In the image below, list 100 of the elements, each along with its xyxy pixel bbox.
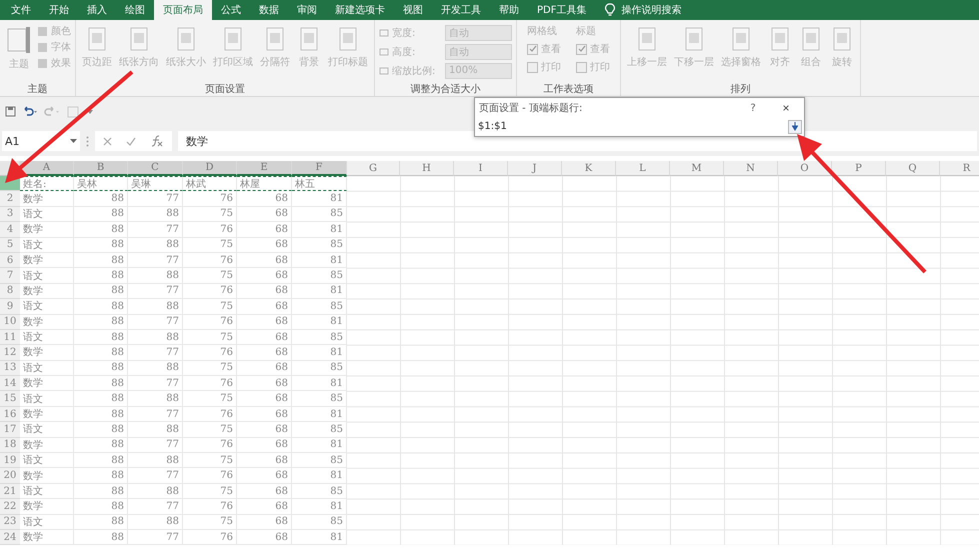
- row-header[interactable]: 3: [0, 206, 20, 222]
- swatch-icon: [37, 42, 48, 52]
- ribbon-tab[interactable]: 审阅: [288, 0, 326, 20]
- table-cell: 88: [74, 453, 128, 468]
- table-cell: 77: [128, 468, 183, 484]
- undo-icon[interactable]: [22, 106, 38, 117]
- customize-caret-icon[interactable]: [86, 108, 94, 114]
- row-header[interactable]: 20: [0, 468, 20, 484]
- column-header[interactable]: B: [74, 161, 128, 176]
- row-header[interactable]: 15: [0, 391, 20, 407]
- table-cell: 68: [237, 299, 292, 315]
- row-header[interactable]: 6: [0, 252, 20, 268]
- table-cell: 88: [128, 422, 183, 438]
- column-header[interactable]: I: [454, 161, 508, 176]
- column-header[interactable]: N: [724, 161, 778, 176]
- table-cell: 88: [128, 484, 183, 500]
- table-cell: 85: [292, 360, 347, 376]
- field-label: 宽度:: [392, 26, 416, 40]
- ribbon-tab[interactable]: 帮助: [490, 0, 528, 20]
- print-preview-icon[interactable]: [66, 106, 80, 118]
- ribbon-tab[interactable]: 数据: [250, 0, 288, 20]
- column-header[interactable]: L: [616, 161, 670, 176]
- table-cell: 68: [237, 345, 292, 361]
- table-cell: 语文: [20, 360, 74, 376]
- row-header[interactable]: 4: [0, 222, 20, 238]
- row-header[interactable]: 11: [0, 330, 20, 346]
- checkbox-label: 打印: [590, 60, 610, 74]
- close-button[interactable]: ×: [768, 101, 804, 115]
- table-cell: 68: [237, 468, 292, 484]
- table-cell: 语文: [20, 391, 74, 407]
- row-header[interactable]: 22: [0, 499, 20, 515]
- table-cell: 76: [183, 345, 237, 361]
- column-header[interactable]: Q: [886, 161, 940, 176]
- row-header[interactable]: 17: [0, 422, 20, 438]
- column-header[interactable]: F: [292, 161, 347, 176]
- row-header[interactable]: 13: [0, 360, 20, 376]
- row-header[interactable]: 2: [0, 191, 20, 207]
- ribbon-tab[interactable]: 开发工具: [432, 0, 490, 20]
- column-header[interactable]: R: [940, 161, 979, 176]
- ribbon-tab[interactable]: 文件: [2, 0, 40, 20]
- row-header[interactable]: 5: [0, 238, 20, 253]
- row-header[interactable]: 9: [0, 299, 20, 315]
- help-button[interactable]: ?: [738, 102, 768, 114]
- column-header[interactable]: H: [400, 161, 454, 176]
- ribbon-tab[interactable]: 页面布局: [154, 0, 212, 20]
- row-header[interactable]: 10: [0, 314, 20, 330]
- column-header[interactable]: C: [128, 161, 183, 176]
- table-cell: 75: [183, 391, 237, 407]
- table-cell: 数学: [20, 438, 74, 454]
- field-label: 缩放比例:: [392, 64, 436, 78]
- ribbon-tab[interactable]: 绘图: [116, 0, 154, 20]
- table-cell: 75: [183, 299, 237, 315]
- table-cell: 数学: [20, 222, 74, 238]
- ribbon-tab[interactable]: 公式: [212, 0, 250, 20]
- row-header[interactable]: 21: [0, 484, 20, 500]
- table-cell: 数学: [20, 314, 74, 330]
- column-header[interactable]: P: [832, 161, 886, 176]
- column-header[interactable]: A: [20, 161, 74, 176]
- table-cell: 88: [74, 206, 128, 222]
- table-cell: 81: [292, 284, 347, 300]
- row-header[interactable]: 7: [0, 268, 20, 284]
- row-header[interactable]: 19: [0, 453, 20, 468]
- row-header[interactable]: 18: [0, 438, 20, 454]
- row-header[interactable]: 23: [0, 514, 20, 530]
- name-box[interactable]: A1: [2, 131, 80, 151]
- row-header[interactable]: 8: [0, 284, 20, 300]
- column-header[interactable]: K: [562, 161, 616, 176]
- group-label: 页面设置: [204, 82, 246, 96]
- cancel-icon[interactable]: [103, 136, 112, 146]
- ribbon-tab[interactable]: 新建选项卡: [326, 0, 394, 20]
- row-header[interactable]: 24: [0, 530, 20, 546]
- enter-icon[interactable]: [126, 136, 136, 146]
- table-cell: 81: [292, 376, 347, 392]
- table-cell: 77: [128, 530, 183, 546]
- table-cell: 数学: [20, 468, 74, 484]
- column-header[interactable]: E: [237, 161, 292, 176]
- column-header[interactable]: O: [778, 161, 832, 176]
- column-header[interactable]: D: [183, 161, 237, 176]
- table-cell: 81: [292, 468, 347, 484]
- table-cell: 数学: [20, 376, 74, 392]
- table-cell: 76: [183, 222, 237, 238]
- row-header[interactable]: 12: [0, 345, 20, 361]
- tell-me-search[interactable]: 操作说明搜索: [621, 3, 682, 17]
- function-icon[interactable]: [150, 135, 164, 147]
- expand-dialog-button[interactable]: [788, 120, 802, 134]
- ribbon-tab[interactable]: 开始: [40, 0, 78, 20]
- row-header[interactable]: 16: [0, 406, 20, 422]
- ribbon-tab[interactable]: 视图: [394, 0, 432, 20]
- table-cell: 88: [74, 499, 128, 515]
- ribbon-tab[interactable]: 插入: [78, 0, 116, 20]
- ribbon-tab[interactable]: PDF工具集: [528, 0, 596, 20]
- row-header[interactable]: 14: [0, 376, 20, 392]
- column-header[interactable]: J: [508, 161, 562, 176]
- column-header[interactable]: M: [670, 161, 724, 176]
- table-cell: 85: [292, 268, 347, 284]
- table-cell: 88: [74, 468, 128, 484]
- column-header[interactable]: G: [347, 161, 400, 176]
- save-icon[interactable]: [5, 106, 16, 117]
- table-cell: 88: [128, 238, 183, 253]
- checkbox-label: 查看: [590, 42, 610, 56]
